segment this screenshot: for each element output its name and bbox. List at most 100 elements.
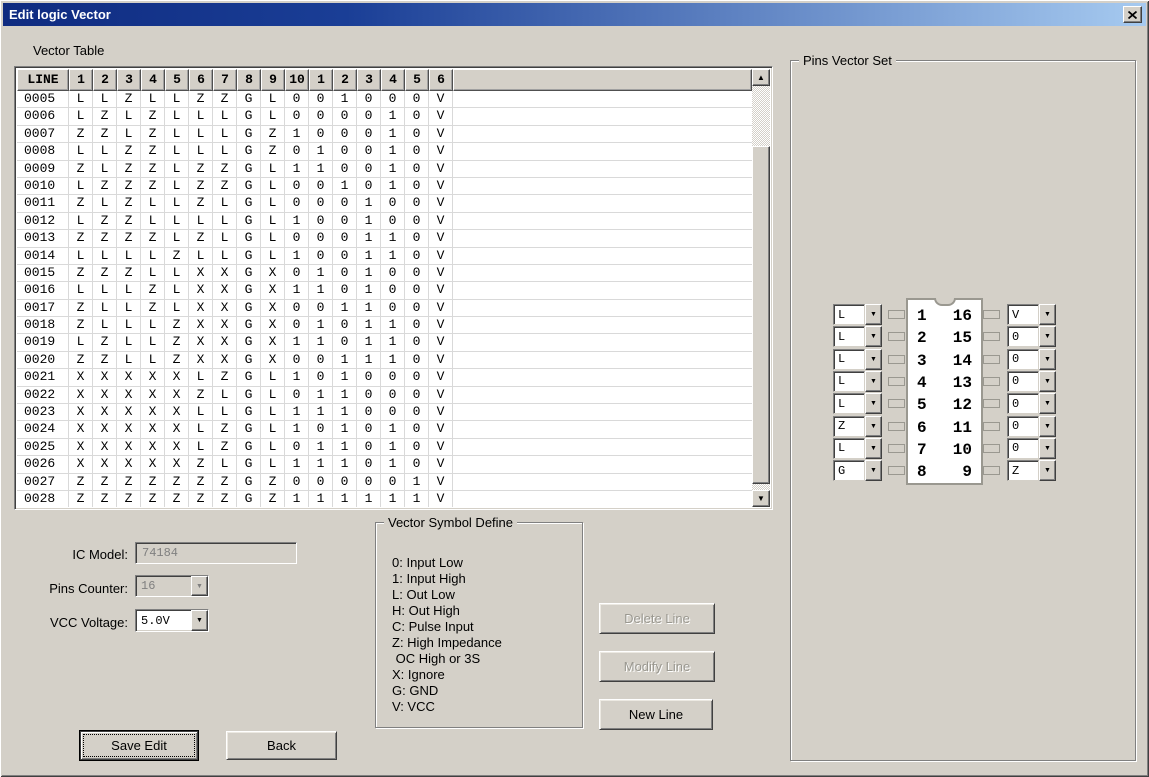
close-button[interactable] <box>1123 6 1142 23</box>
vector-value-cell: L <box>261 195 285 212</box>
scrollbar-thumb[interactable] <box>752 146 770 484</box>
table-row[interactable]: 0006LZLZLLLGL000010V <box>17 108 752 125</box>
table-row[interactable]: 0013ZZZZLZLGL000110V <box>17 230 752 247</box>
pin-7-vector-select[interactable]: L▼ <box>833 438 882 459</box>
vector-value-cell: L <box>69 334 93 351</box>
pin-6-dropdown-icon[interactable]: ▼ <box>865 416 882 437</box>
pin-12-vector-select[interactable]: 0▼ <box>1007 393 1056 414</box>
table-row[interactable]: 0014LLLLZLLGL100110V <box>17 248 752 265</box>
pin-3-dropdown-icon[interactable]: ▼ <box>865 349 882 370</box>
pin-11-vector-select[interactable]: 0▼ <box>1007 416 1056 437</box>
table-row[interactable]: 0009ZLZZLZZGL110010V <box>17 161 752 178</box>
column-header[interactable]: 3 <box>117 69 141 91</box>
pin-11-dropdown-icon[interactable]: ▼ <box>1039 416 1056 437</box>
pin-9-dropdown-icon[interactable]: ▼ <box>1039 460 1056 481</box>
row-filler-cell <box>453 439 752 456</box>
pin-15-dropdown-icon[interactable]: ▼ <box>1039 326 1056 347</box>
column-header[interactable]: 3 <box>357 69 381 91</box>
vector-value-cell: L <box>165 126 189 143</box>
pin-2-dropdown-icon[interactable]: ▼ <box>865 326 882 347</box>
table-row[interactable]: 0021XXXXXLZGL101000V <box>17 369 752 386</box>
pin-8-dropdown-icon[interactable]: ▼ <box>865 460 882 481</box>
pin-1-vector-select[interactable]: L▼ <box>833 304 882 325</box>
column-header[interactable]: LINE <box>17 69 69 91</box>
pin-12-dropdown-icon[interactable]: ▼ <box>1039 393 1056 414</box>
vector-value-cell: 0 <box>405 248 429 265</box>
pin-8-vector-select[interactable]: G▼ <box>833 460 882 481</box>
pin-3-vector-select[interactable]: L▼ <box>833 349 882 370</box>
pin-13-vector-select[interactable]: 0▼ <box>1007 371 1056 392</box>
pin-14-vector-select[interactable]: 0▼ <box>1007 349 1056 370</box>
save-edit-button[interactable]: Save Edit <box>80 731 198 760</box>
pin-2-vector-select[interactable]: L▼ <box>833 326 882 347</box>
vcc-voltage-select[interactable]: 5.0V ▼ <box>135 609 209 632</box>
scroll-down-button[interactable]: ▼ <box>752 490 770 507</box>
pin-7-dropdown-icon[interactable]: ▼ <box>865 438 882 459</box>
pin-5-dropdown-icon[interactable]: ▼ <box>865 393 882 414</box>
column-header[interactable]: 2 <box>333 69 357 91</box>
column-header[interactable]: 6 <box>429 69 453 91</box>
table-row[interactable]: 0005LLZLLZZGL001000V <box>17 91 752 108</box>
back-button[interactable]: Back <box>226 731 337 760</box>
pin-1-dropdown-icon[interactable]: ▼ <box>865 304 882 325</box>
pin-10-dropdown-icon[interactable]: ▼ <box>1039 438 1056 459</box>
table-row[interactable]: 0010LZZZLZZGL001010V <box>17 178 752 195</box>
column-header[interactable]: 4 <box>141 69 165 91</box>
pin-9-vector-select[interactable]: Z▼ <box>1007 460 1056 481</box>
pin-8-vector-value: G <box>833 460 865 481</box>
table-row[interactable]: 0025XXXXXLZGL011010V <box>17 439 752 456</box>
vector-value-cell: L <box>261 369 285 386</box>
table-row[interactable]: 0007ZZLZLLLGZ100010V <box>17 126 752 143</box>
table-row[interactable]: 0022XXXXXZLGL011000V <box>17 387 752 404</box>
vector-value-cell: 0 <box>285 230 309 247</box>
table-row[interactable]: 0027ZZZZZZZGZ000001V <box>17 474 752 491</box>
column-header[interactable]: 8 <box>237 69 261 91</box>
modify-line-label: Modify Line <box>624 659 690 674</box>
table-row[interactable]: 0008LLZZLLLGZ010010V <box>17 143 752 160</box>
table-row[interactable]: 0028ZZZZZZZGZ111111V <box>17 491 752 507</box>
table-row[interactable]: 0020ZZLLZXXGX001110V <box>17 352 752 369</box>
pin-13-dropdown-icon[interactable]: ▼ <box>1039 371 1056 392</box>
pin-15-vector-select[interactable]: 0▼ <box>1007 326 1056 347</box>
vector-value-cell: 1 <box>357 300 381 317</box>
pin-5-vector-select[interactable]: L▼ <box>833 393 882 414</box>
line-number-cell: 0007 <box>17 126 69 143</box>
column-header[interactable]: 9 <box>261 69 285 91</box>
vector-table-grid[interactable]: LINE123456789101234560005LLZLLZZGL001000… <box>17 69 752 507</box>
column-header[interactable]: 2 <box>93 69 117 91</box>
column-header[interactable]: 1 <box>309 69 333 91</box>
pin-6-vector-select[interactable]: Z▼ <box>833 416 882 437</box>
table-row[interactable]: 0017ZLLZLXXGX001100V <box>17 300 752 317</box>
column-header[interactable]: 1 <box>69 69 93 91</box>
vector-value-cell: X <box>189 334 213 351</box>
vertical-scrollbar[interactable]: ▲ ▼ <box>752 69 770 507</box>
table-row[interactable]: 0026XXXXXZLGL111010V <box>17 456 752 473</box>
table-row[interactable]: 0024XXXXXLZGL101010V <box>17 421 752 438</box>
pin-14-dropdown-icon[interactable]: ▼ <box>1039 349 1056 370</box>
table-row[interactable]: 0019LZLLZXXGX110110V <box>17 334 752 351</box>
pin-4-dropdown-icon[interactable]: ▼ <box>865 371 882 392</box>
pin-4-vector-select[interactable]: L▼ <box>833 371 882 392</box>
column-header[interactable]: 5 <box>165 69 189 91</box>
vector-value-cell: 0 <box>405 161 429 178</box>
table-row[interactable]: 0012LZZLLLLGL100100V <box>17 213 752 230</box>
pin-16-vector-select[interactable]: V▼ <box>1007 304 1056 325</box>
vector-value-cell: 1 <box>357 317 381 334</box>
pin-10-vector-select[interactable]: 0▼ <box>1007 438 1056 459</box>
table-row[interactable]: 0016LLLZLXXGX110100V <box>17 282 752 299</box>
pin-16-dropdown-icon[interactable]: ▼ <box>1039 304 1056 325</box>
column-header[interactable]: 6 <box>189 69 213 91</box>
column-header[interactable]: 10 <box>285 69 309 91</box>
vector-value-cell: Z <box>69 474 93 491</box>
scroll-up-button[interactable]: ▲ <box>752 69 770 86</box>
table-row[interactable]: 0011ZLZLLZLGL000100V <box>17 195 752 212</box>
vcc-voltage-dropdown-icon[interactable]: ▼ <box>191 610 208 631</box>
vector-value-cell: L <box>117 282 141 299</box>
new-line-button[interactable]: New Line <box>599 699 713 730</box>
table-row[interactable]: 0023XXXXXLLGL111000V <box>17 404 752 421</box>
column-header[interactable]: 5 <box>405 69 429 91</box>
column-header[interactable]: 4 <box>381 69 405 91</box>
table-row[interactable]: 0018ZLLLZXXGX010110V <box>17 317 752 334</box>
column-header[interactable]: 7 <box>213 69 237 91</box>
table-row[interactable]: 0015ZZZLLXXGX010100V <box>17 265 752 282</box>
